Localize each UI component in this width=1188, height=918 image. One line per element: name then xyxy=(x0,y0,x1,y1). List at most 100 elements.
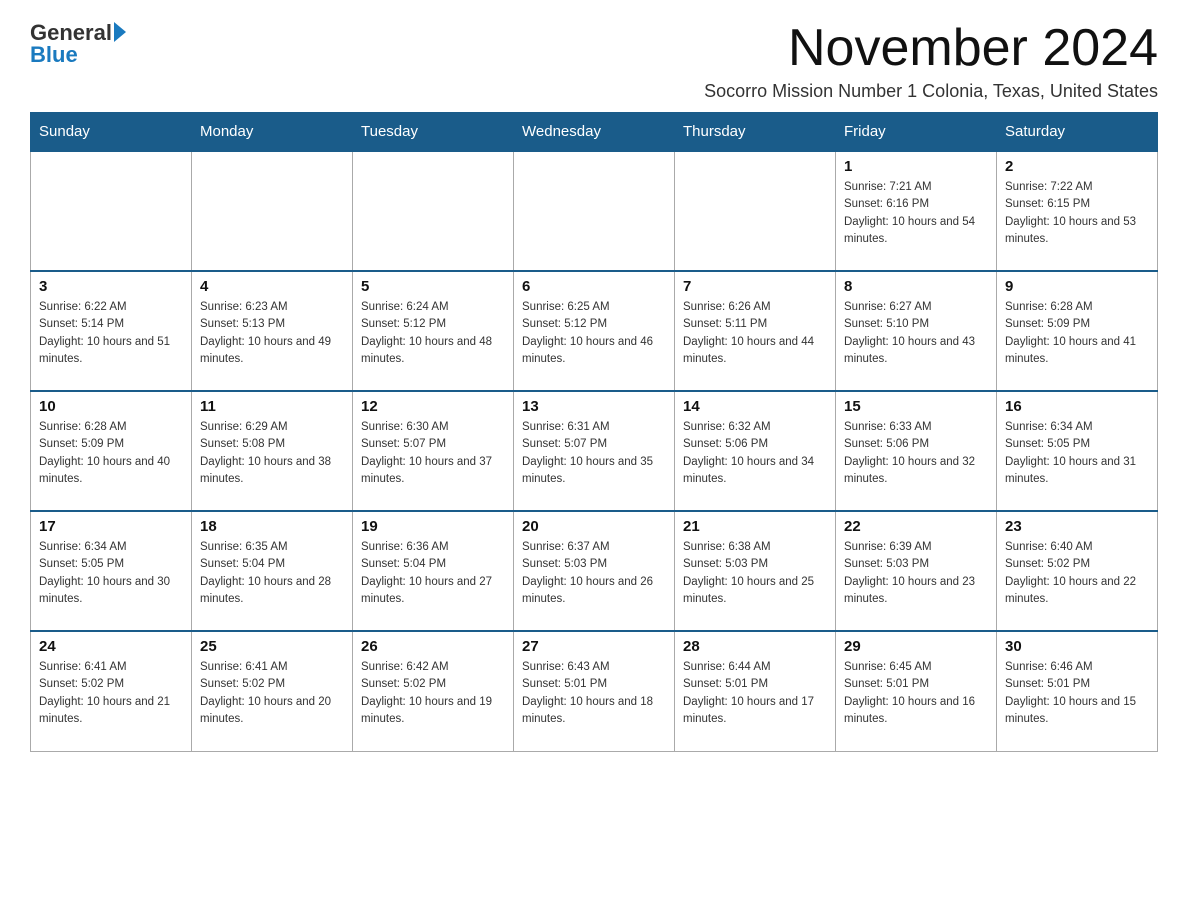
day-info: Sunrise: 6:23 AMSunset: 5:13 PMDaylight:… xyxy=(200,299,344,368)
calendar-cell: 3 Sunrise: 6:22 AMSunset: 5:14 PMDaylight… xyxy=(31,271,192,391)
calendar-table: SundayMondayTuesdayWednesdayThursdayFrid… xyxy=(30,112,1158,752)
calendar-cell: 23 Sunrise: 6:40 AMSunset: 5:02 PMDayligh… xyxy=(997,511,1158,631)
day-info: Sunrise: 6:45 AMSunset: 5:01 PMDaylight:… xyxy=(844,659,988,728)
calendar-cell: 16 Sunrise: 6:34 AMSunset: 5:05 PMDayligh… xyxy=(997,391,1158,511)
day-number: 18 xyxy=(200,518,344,535)
day-number: 25 xyxy=(200,638,344,655)
day-info: Sunrise: 7:21 AMSunset: 6:16 PMDaylight:… xyxy=(844,179,988,248)
calendar-cell xyxy=(31,151,192,271)
day-number: 4 xyxy=(200,278,344,295)
day-info: Sunrise: 6:38 AMSunset: 5:03 PMDaylight:… xyxy=(683,539,827,608)
day-info: Sunrise: 6:39 AMSunset: 5:03 PMDaylight:… xyxy=(844,539,988,608)
day-info: Sunrise: 6:34 AMSunset: 5:05 PMDaylight:… xyxy=(39,539,183,608)
day-number: 8 xyxy=(844,278,988,295)
day-number: 13 xyxy=(522,398,666,415)
day-info: Sunrise: 6:30 AMSunset: 5:07 PMDaylight:… xyxy=(361,419,505,488)
day-info: Sunrise: 6:42 AMSunset: 5:02 PMDaylight:… xyxy=(361,659,505,728)
day-number: 19 xyxy=(361,518,505,535)
day-number: 12 xyxy=(361,398,505,415)
day-info: Sunrise: 6:29 AMSunset: 5:08 PMDaylight:… xyxy=(200,419,344,488)
day-number: 15 xyxy=(844,398,988,415)
calendar-cell xyxy=(353,151,514,271)
calendar-header-row: SundayMondayTuesdayWednesdayThursdayFrid… xyxy=(31,113,1158,152)
calendar-header-saturday: Saturday xyxy=(997,113,1158,152)
day-info: Sunrise: 6:31 AMSunset: 5:07 PMDaylight:… xyxy=(522,419,666,488)
day-number: 9 xyxy=(1005,278,1149,295)
calendar-cell: 24Sunrise: 6:41 AMSunset: 5:02 PMDayligh… xyxy=(31,631,192,751)
calendar-cell: 25 Sunrise: 6:41 AMSunset: 5:02 PMDayligh… xyxy=(192,631,353,751)
day-number: 30 xyxy=(1005,638,1149,655)
day-number: 28 xyxy=(683,638,827,655)
day-number: 16 xyxy=(1005,398,1149,415)
day-info: Sunrise: 6:25 AMSunset: 5:12 PMDaylight:… xyxy=(522,299,666,368)
day-info: Sunrise: 6:32 AMSunset: 5:06 PMDaylight:… xyxy=(683,419,827,488)
day-number: 7 xyxy=(683,278,827,295)
day-info: Sunrise: 6:26 AMSunset: 5:11 PMDaylight:… xyxy=(683,299,827,368)
calendar-header-tuesday: Tuesday xyxy=(353,113,514,152)
calendar-cell xyxy=(514,151,675,271)
day-info: Sunrise: 6:28 AMSunset: 5:09 PMDaylight:… xyxy=(1005,299,1149,368)
day-info: Sunrise: 6:40 AMSunset: 5:02 PMDaylight:… xyxy=(1005,539,1149,608)
page-header: General Blue November 2024 Socorro Missi… xyxy=(30,20,1158,102)
calendar-cell: 6 Sunrise: 6:25 AMSunset: 5:12 PMDaylight… xyxy=(514,271,675,391)
day-number: 11 xyxy=(200,398,344,415)
day-number: 23 xyxy=(1005,518,1149,535)
calendar-cell: 28 Sunrise: 6:44 AMSunset: 5:01 PMDayligh… xyxy=(675,631,836,751)
calendar-week-row: 10 Sunrise: 6:28 AMSunset: 5:09 PMDayligh… xyxy=(31,391,1158,511)
calendar-cell: 21 Sunrise: 6:38 AMSunset: 5:03 PMDayligh… xyxy=(675,511,836,631)
day-info: Sunrise: 6:34 AMSunset: 5:05 PMDaylight:… xyxy=(1005,419,1149,488)
calendar-cell xyxy=(192,151,353,271)
calendar-header-sunday: Sunday xyxy=(31,113,192,152)
calendar-cell xyxy=(675,151,836,271)
calendar-header-friday: Friday xyxy=(836,113,997,152)
day-info: Sunrise: 6:41 AMSunset: 5:02 PMDaylight:… xyxy=(200,659,344,728)
day-info: Sunrise: 6:46 AMSunset: 5:01 PMDaylight:… xyxy=(1005,659,1149,728)
location-subtitle: Socorro Mission Number 1 Colonia, Texas,… xyxy=(704,81,1158,102)
calendar-cell: 14 Sunrise: 6:32 AMSunset: 5:06 PMDayligh… xyxy=(675,391,836,511)
calendar-week-row: 24Sunrise: 6:41 AMSunset: 5:02 PMDayligh… xyxy=(31,631,1158,751)
day-number: 17 xyxy=(39,518,183,535)
calendar-cell: 19Sunrise: 6:36 AMSunset: 5:04 PMDayligh… xyxy=(353,511,514,631)
calendar-cell: 7 Sunrise: 6:26 AMSunset: 5:11 PMDaylight… xyxy=(675,271,836,391)
calendar-cell: 30 Sunrise: 6:46 AMSunset: 5:01 PMDayligh… xyxy=(997,631,1158,751)
title-block: November 2024 Socorro Mission Number 1 C… xyxy=(704,20,1158,102)
calendar-cell: 8 Sunrise: 6:27 AMSunset: 5:10 PMDaylight… xyxy=(836,271,997,391)
day-number: 27 xyxy=(522,638,666,655)
calendar-cell: 10 Sunrise: 6:28 AMSunset: 5:09 PMDayligh… xyxy=(31,391,192,511)
day-number: 3 xyxy=(39,278,183,295)
day-number: 2 xyxy=(1005,158,1149,175)
calendar-week-row: 3 Sunrise: 6:22 AMSunset: 5:14 PMDaylight… xyxy=(31,271,1158,391)
calendar-cell: 2Sunrise: 7:22 AMSunset: 6:15 PMDaylight… xyxy=(997,151,1158,271)
calendar-week-row: 17 Sunrise: 6:34 AMSunset: 5:05 PMDayligh… xyxy=(31,511,1158,631)
calendar-cell: 4 Sunrise: 6:23 AMSunset: 5:13 PMDaylight… xyxy=(192,271,353,391)
day-number: 6 xyxy=(522,278,666,295)
calendar-cell: 9 Sunrise: 6:28 AMSunset: 5:09 PMDaylight… xyxy=(997,271,1158,391)
calendar-cell: 22Sunrise: 6:39 AMSunset: 5:03 PMDayligh… xyxy=(836,511,997,631)
day-info: Sunrise: 6:24 AMSunset: 5:12 PMDaylight:… xyxy=(361,299,505,368)
calendar-cell: 13 Sunrise: 6:31 AMSunset: 5:07 PMDayligh… xyxy=(514,391,675,511)
calendar-cell: 20Sunrise: 6:37 AMSunset: 5:03 PMDayligh… xyxy=(514,511,675,631)
day-info: Sunrise: 6:44 AMSunset: 5:01 PMDaylight:… xyxy=(683,659,827,728)
calendar-header-wednesday: Wednesday xyxy=(514,113,675,152)
calendar-cell: 29Sunrise: 6:45 AMSunset: 5:01 PMDayligh… xyxy=(836,631,997,751)
logo-blue-text: Blue xyxy=(30,42,78,68)
logo: General Blue xyxy=(30,20,126,68)
month-title: November 2024 xyxy=(704,20,1158,77)
calendar-cell: 26Sunrise: 6:42 AMSunset: 5:02 PMDayligh… xyxy=(353,631,514,751)
calendar-cell: 18 Sunrise: 6:35 AMSunset: 5:04 PMDayligh… xyxy=(192,511,353,631)
day-number: 14 xyxy=(683,398,827,415)
day-number: 10 xyxy=(39,398,183,415)
day-number: 5 xyxy=(361,278,505,295)
day-info: Sunrise: 6:33 AMSunset: 5:06 PMDaylight:… xyxy=(844,419,988,488)
day-info: Sunrise: 6:35 AMSunset: 5:04 PMDaylight:… xyxy=(200,539,344,608)
day-info: Sunrise: 6:22 AMSunset: 5:14 PMDaylight:… xyxy=(39,299,183,368)
day-number: 21 xyxy=(683,518,827,535)
day-number: 1 xyxy=(844,158,988,175)
day-info: Sunrise: 6:41 AMSunset: 5:02 PMDaylight:… xyxy=(39,659,183,728)
calendar-week-row: 1 Sunrise: 7:21 AMSunset: 6:16 PMDaylight… xyxy=(31,151,1158,271)
day-info: Sunrise: 6:28 AMSunset: 5:09 PMDaylight:… xyxy=(39,419,183,488)
calendar-header-monday: Monday xyxy=(192,113,353,152)
day-info: Sunrise: 6:27 AMSunset: 5:10 PMDaylight:… xyxy=(844,299,988,368)
calendar-cell: 12 Sunrise: 6:30 AMSunset: 5:07 PMDayligh… xyxy=(353,391,514,511)
day-info: Sunrise: 6:43 AMSunset: 5:01 PMDaylight:… xyxy=(522,659,666,728)
